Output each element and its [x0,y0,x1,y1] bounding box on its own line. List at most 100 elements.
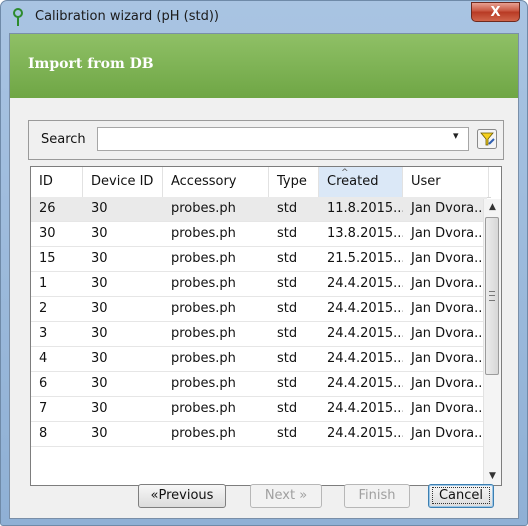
search-panel: Search ▾ [28,120,504,160]
table-cell: std [277,201,298,216]
table-row[interactable]: 30 30 probes.ph std 13.8.2015... Jan Dvora... [31,222,487,247]
table-row[interactable]: 2 30 probes.ph std 24.4.2015... Jan Dvora... [31,297,487,322]
previous-button[interactable]: «Previous [138,484,226,508]
title-bar: Calibration wizard (pH (std)) X [1,1,527,33]
table-cell: std [277,376,298,391]
table-cell: probes.ph [171,276,236,291]
table-cell: probes.ph [171,201,236,216]
table-cell: Jan Dvora... [411,401,487,416]
table-row[interactable]: 3 30 probes.ph std 24.4.2015... Jan Dvora... [31,322,487,347]
table-row[interactable]: 7 30 probes.ph std 24.4.2015... Jan Dvora... [31,397,487,422]
table-cell: 30 [39,226,56,241]
scroll-up-icon[interactable]: ▲ [484,199,501,216]
app-icon [13,8,23,26]
table-cell: std [277,351,298,366]
table-row[interactable]: 1 30 probes.ph std 24.4.2015... Jan Dvora... [31,272,487,297]
table-cell: 24.4.2015... [327,276,403,291]
table-row[interactable]: 4 30 probes.ph std 24.4.2015... Jan Dvora... [31,347,487,372]
close-button[interactable]: X [471,2,520,22]
table-row[interactable]: 26 30 probes.ph std 11.8.2015... Jan Dvora... [31,197,487,222]
calibration-records-table: ID Device ID Accessory Type Created ^ User 26 3… [30,166,502,486]
table-cell: 24.4.2015... [327,351,403,366]
table-cell: probes.ph [171,376,236,391]
table-cell: std [277,426,298,441]
table-cell: 24.4.2015... [327,401,403,416]
table-cell: Jan Dvora... [411,426,487,441]
search-label: Search [41,132,86,147]
table-cell: 24.4.2015... [327,376,403,391]
filter-icon[interactable] [477,129,497,149]
table-cell: std [277,251,298,266]
table-header: ID Device ID Accessory Type Created ^ User [31,167,491,198]
table-cell: probes.ph [171,326,236,341]
table-cell: 30 [91,201,108,216]
wizard-client-area: Import from DB Search ▾ ID Device ID Acces… [9,33,519,519]
table-cell: 30 [91,426,108,441]
wizard-step-header: Import from DB [10,34,518,98]
table-cell: 7 [39,401,48,416]
table-cell: std [277,326,298,341]
close-icon: X [490,5,501,20]
table-cell: 2 [39,301,48,316]
table-cell: 4 [39,351,48,366]
table-cell: probes.ph [171,351,236,366]
table-row[interactable]: 8 30 probes.ph std 24.4.2015... Jan Dvora... [31,422,487,447]
table-cell: Jan Dvora... [411,276,487,291]
table-cell: 30 [91,226,108,241]
table-cell: 15 [39,251,56,266]
column-header-accessory[interactable]: Accessory [163,167,269,197]
calibration-wizard-window: Calibration wizard (pH (std)) X Import f… [0,0,528,526]
table-cell: 6 [39,376,48,391]
table-cell: 30 [91,326,108,341]
search-dropdown-arrow[interactable]: ▾ [453,129,459,142]
window-title: Calibration wizard (pH (std)) [35,9,219,24]
table-cell: probes.ph [171,226,236,241]
table-cell: 13.8.2015... [327,226,403,241]
column-header-id[interactable]: ID [31,167,83,197]
table-cell: probes.ph [171,301,236,316]
table-cell: 30 [91,401,108,416]
table-cell: Jan Dvora... [411,376,487,391]
table-row[interactable]: 15 30 probes.ph std 21.5.2015... Jan Dvora... [31,247,487,272]
finish-button[interactable]: Finish [344,484,410,508]
table-cell: Jan Dvora... [411,201,487,216]
table-cell: probes.ph [171,426,236,441]
table-cell: Jan Dvora... [411,351,487,366]
table-cell: Jan Dvora... [411,226,487,241]
grip-icon [489,291,495,301]
scrollbar-thumb[interactable] [485,217,499,375]
table-cell: std [277,276,298,291]
step-title: Import from DB [28,56,154,72]
cancel-button[interactable]: Cancel [428,484,494,508]
search-input[interactable] [97,127,469,151]
column-header-type[interactable]: Type [269,167,319,197]
table-cell: 8 [39,426,48,441]
table-cell: 21.5.2015... [327,251,403,266]
column-header-user[interactable]: User [403,167,489,197]
column-header-device-id[interactable]: Device ID [83,167,163,197]
table-cell: 30 [91,351,108,366]
table-cell: 1 [39,276,48,291]
table-cell: 30 [91,301,108,316]
table-cell: probes.ph [171,251,236,266]
next-button[interactable]: Next » [250,484,322,508]
table-cell: 30 [91,251,108,266]
table-cell: 30 [91,376,108,391]
table-cell: std [277,226,298,241]
table-cell: std [277,301,298,316]
sort-ascending-icon: ^ [341,168,349,178]
table-cell: probes.ph [171,401,236,416]
table-row[interactable]: 6 30 probes.ph std 24.4.2015... Jan Dvora... [31,372,487,397]
table-cell: 11.8.2015... [327,201,403,216]
table-cell: 3 [39,326,48,341]
column-header-created[interactable]: Created ^ [319,167,403,197]
table-cell: 24.4.2015... [327,301,403,316]
table-cell: std [277,401,298,416]
table-cell: 30 [91,276,108,291]
vertical-scrollbar[interactable]: ▲ ▼ [483,199,501,485]
table-cell: Jan Dvora... [411,251,487,266]
table-cell: 26 [39,201,56,216]
cancel-label: Cancel [431,487,491,504]
table-cell: 24.4.2015... [327,326,403,341]
scroll-down-icon[interactable]: ▼ [484,468,501,485]
